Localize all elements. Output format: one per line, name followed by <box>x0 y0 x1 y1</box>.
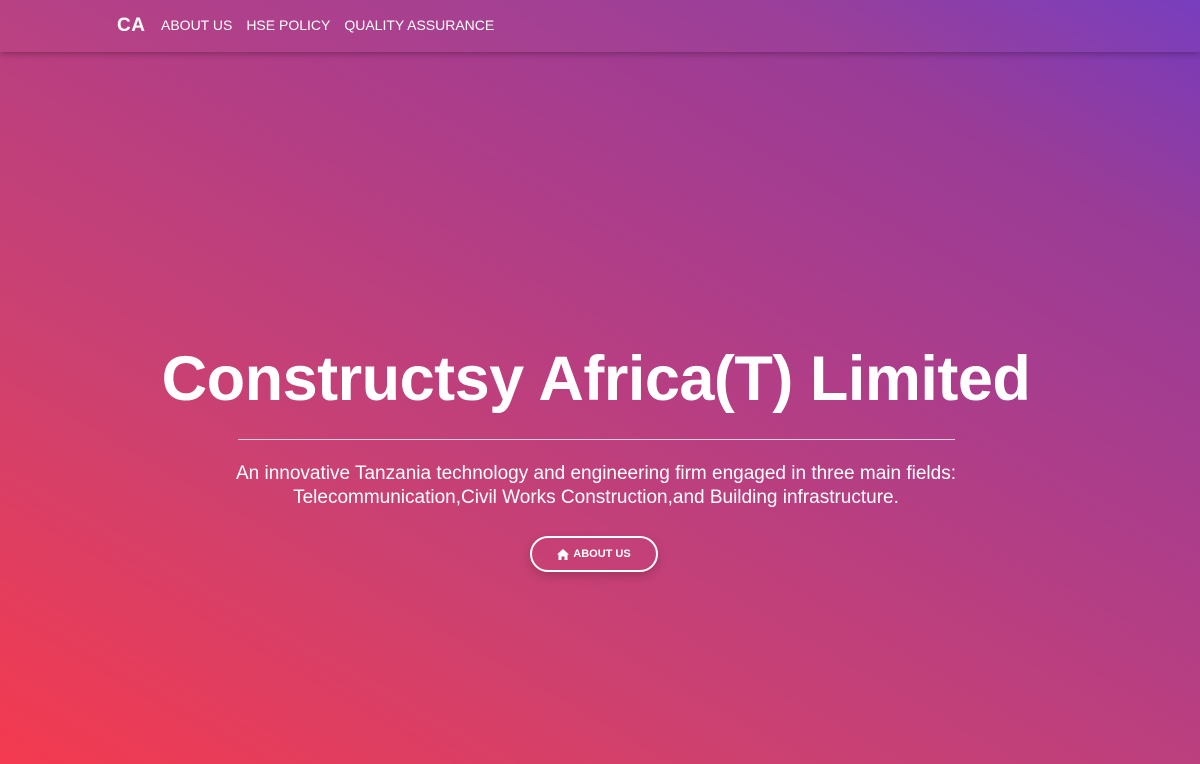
about-us-button[interactable]: ABOUT US <box>530 536 658 572</box>
hero-section: Constructsy Africa(T) Limited An innovat… <box>0 0 1200 764</box>
about-us-button-label: ABOUT US <box>573 548 631 560</box>
hero-divider <box>238 439 955 440</box>
home-icon <box>557 548 570 560</box>
hero-title: Constructsy Africa(T) Limited <box>161 344 1031 414</box>
hero-subtitle-line-2: Telecommunication,Civil Works Constructi… <box>293 487 899 508</box>
hero-subtitle: An innovative Tanzania technology and en… <box>0 462 1192 510</box>
hero-subtitle-line-1: An innovative Tanzania technology and en… <box>235 463 956 484</box>
